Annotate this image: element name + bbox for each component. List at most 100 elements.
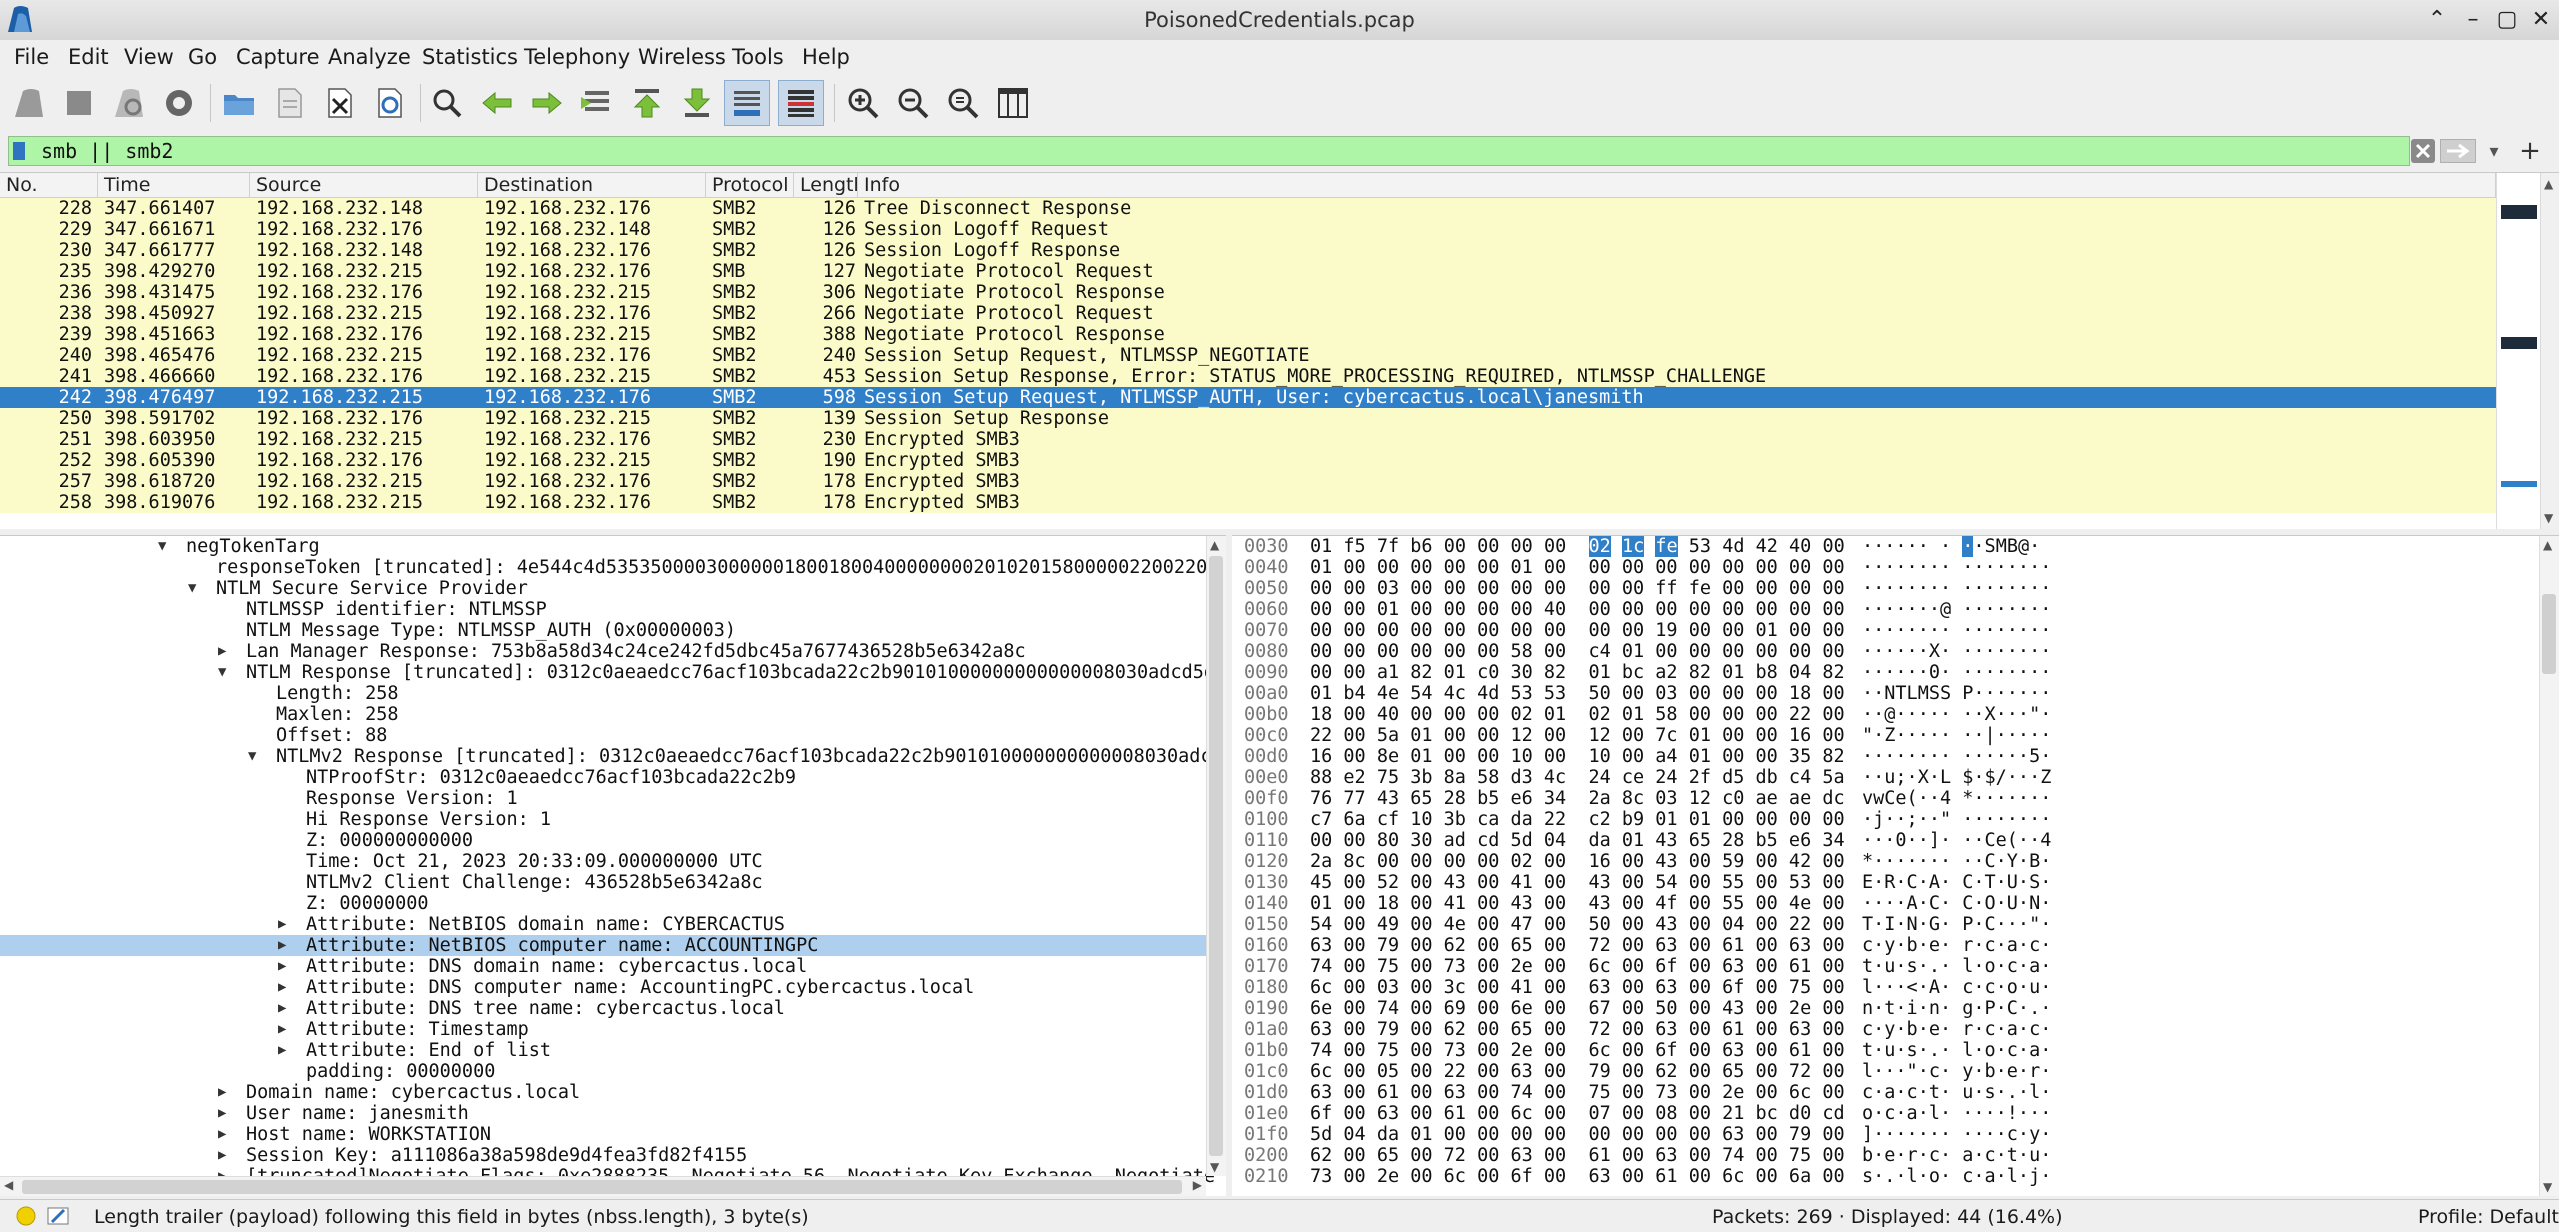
tree-item[interactable]: ▶ Attribute: Timestamp (0, 1019, 1206, 1040)
menu-file[interactable]: File (8, 41, 55, 73)
tree-item[interactable]: NTLM Message Type: NTLMSSP_AUTH (0x00000… (0, 620, 1206, 641)
menu-analyze[interactable]: Analyze (322, 41, 417, 73)
expand-arrow-icon[interactable]: ▶ (218, 641, 232, 662)
packet-row[interactable]: 242 398.476497 192.168.232.215 192.168.232.… (0, 387, 2496, 408)
tree-item[interactable]: Time: Oct 21, 2023 20:33:09.000000000 UT… (0, 851, 1206, 872)
chevron-down-icon[interactable]: ▾ (2480, 138, 2508, 166)
open-file-icon[interactable] (216, 80, 262, 126)
zoom-out-icon[interactable] (890, 80, 936, 126)
expert-info-icon[interactable] (16, 1206, 36, 1226)
expand-arrow-icon[interactable]: ▶ (278, 914, 292, 935)
expand-arrow-icon[interactable]: ▶ (218, 1145, 232, 1166)
tree-item[interactable]: ▼ NTLM Response [truncated]: 0312c0aeaedc… (0, 662, 1226, 683)
apply-filter-button[interactable] (2440, 139, 2476, 163)
packet-row[interactable]: 228 347.661407 192.168.232.148 192.168.232.… (0, 198, 2496, 219)
tree-item[interactable]: Maxlen: 258 (0, 704, 1206, 725)
bytes-scrollbar[interactable]: ▲ ▼ (2539, 536, 2559, 1196)
start-capture-icon[interactable] (6, 80, 52, 126)
colorize-list-icon[interactable] (778, 80, 824, 126)
bookmark-icon[interactable] (13, 142, 25, 160)
menu-view[interactable]: View (118, 41, 180, 73)
expand-arrow-icon[interactable]: ▶ (218, 1082, 232, 1103)
menu-tools[interactable]: Tools (726, 41, 790, 73)
details-vertical-scrollbar[interactable]: ▲ ▼ (1206, 536, 1226, 1176)
normal-size-icon[interactable] (940, 80, 986, 126)
menu-edit[interactable]: Edit (62, 41, 115, 73)
tree-item[interactable]: ▶ Attribute: NetBIOS domain name: CYBERCA… (0, 914, 1206, 935)
packet-row[interactable]: 258 398.619076 192.168.232.215 192.168.232.… (0, 492, 2496, 513)
tree-item[interactable]: ▶ Attribute: End of list (0, 1040, 1206, 1061)
tree-item[interactable]: Z: 000000000000 (0, 830, 1206, 851)
expand-arrow-icon[interactable]: ▶ (218, 1124, 232, 1145)
tree-item[interactable]: Hi Response Version: 1 (0, 809, 1206, 830)
tree-item[interactable]: ▼ negTokenTarg (0, 536, 1206, 557)
tree-item[interactable]: ▶ User name: janesmith (0, 1103, 1206, 1124)
column-source[interactable]: Source (250, 173, 478, 197)
packet-minimap[interactable] (2496, 173, 2541, 529)
tree-item[interactable]: Response Version: 1 (0, 788, 1206, 809)
expand-arrow-icon[interactable]: ▶ (278, 998, 292, 1019)
auto-scroll-icon[interactable] (724, 80, 770, 126)
restart-capture-icon[interactable] (106, 80, 152, 126)
go-back-icon[interactable] (474, 80, 520, 126)
first-packet-icon[interactable] (624, 80, 670, 126)
packet-row[interactable]: 251 398.603950 192.168.232.215 192.168.232.… (0, 429, 2496, 450)
menu-go[interactable]: Go (182, 41, 223, 73)
details-horizontal-scrollbar[interactable]: ◀ ▶ (0, 1176, 1206, 1196)
tree-item[interactable]: NTLMv2 Client Challenge: 436528b5e6342a8… (0, 872, 1206, 893)
stop-capture-icon[interactable] (56, 80, 102, 126)
packet-row[interactable]: 241 398.466660 192.168.232.176 192.168.232.… (0, 366, 2496, 387)
column-destination[interactable]: Destination (478, 173, 706, 197)
last-packet-icon[interactable] (674, 80, 720, 126)
packet-row[interactable]: 229 347.661671 192.168.232.176 192.168.232.… (0, 219, 2496, 240)
menu-telephony[interactable]: Telephony (518, 41, 636, 73)
tree-item[interactable]: ▶ Attribute: DNS computer name: Accountin… (0, 977, 1206, 998)
packet-row[interactable]: 252 398.605390 192.168.232.176 192.168.232.… (0, 450, 2496, 471)
tree-item[interactable]: ▶ Attribute: NetBIOS computer name: ACCOU… (0, 935, 1206, 956)
expand-arrow-icon[interactable]: ▶ (218, 1103, 232, 1124)
tree-item[interactable]: ▶ Domain name: cybercactus.local (0, 1082, 1206, 1103)
menu-help[interactable]: Help (796, 41, 856, 73)
zoom-in-icon[interactable] (840, 80, 886, 126)
expand-arrow-icon[interactable]: ▶ (278, 977, 292, 998)
tree-item[interactable]: NTProofStr: 0312c0aeaedcc76acf103bcada22… (0, 767, 1206, 788)
tree-item[interactable]: ▶ Attribute: DNS domain name: cybercactus… (0, 956, 1206, 977)
go-to-packet-icon[interactable] (574, 80, 620, 126)
tree-item[interactable]: ▼ NTLMv2 Response [truncated]: 0312c0aeae… (0, 746, 1226, 767)
packet-row[interactable]: 250 398.591702 192.168.232.176 192.168.232.… (0, 408, 2496, 429)
packet-row[interactable]: 257 398.618720 192.168.232.215 192.168.232.… (0, 471, 2496, 492)
collapse-arrow-icon[interactable]: ▼ (188, 578, 202, 599)
clear-filter-icon[interactable] (2410, 138, 2436, 164)
tree-item[interactable]: ▶ Attribute: DNS tree name: cybercactus.l… (0, 998, 1206, 1019)
expand-arrow-icon[interactable]: ▶ (278, 1040, 292, 1061)
packet-row[interactable]: 235 398.429270 192.168.232.215 192.168.232.… (0, 261, 2496, 282)
column-protocol[interactable]: Protocol (706, 173, 794, 197)
go-forward-icon[interactable] (524, 80, 570, 126)
tree-item[interactable]: ▶ Lan Manager Response: 753b8a58d34c24ce2… (0, 641, 1206, 662)
column-length[interactable]: Length (794, 173, 858, 197)
resize-columns-icon[interactable] (990, 80, 1036, 126)
tree-item[interactable]: NTLMSSP identifier: NTLMSSP (0, 599, 1206, 620)
collapse-arrow-icon[interactable]: ▼ (248, 746, 262, 767)
expand-arrow-icon[interactable]: ▶ (278, 935, 292, 956)
collapse-arrow-icon[interactable]: ▼ (218, 662, 232, 683)
tree-item[interactable]: padding: 00000000 (0, 1061, 1206, 1082)
menu-statistics[interactable]: Statistics (416, 41, 524, 73)
packet-row[interactable]: 238 398.450927 192.168.232.215 192.168.232.… (0, 303, 2496, 324)
column-info[interactable]: Info (858, 173, 2496, 197)
close-window-icon[interactable]: ✕ (2526, 6, 2556, 34)
minimize-window-icon[interactable]: – (2458, 6, 2488, 34)
column-time[interactable]: Time (98, 173, 250, 197)
expand-arrow-icon[interactable]: ▶ (278, 1019, 292, 1040)
menu-capture[interactable]: Capture (230, 41, 326, 73)
tree-item[interactable]: ▶ Session Key: a111086a38a598de9d4fea3fd8… (0, 1145, 1206, 1166)
maximize-window-icon[interactable]: ▢ (2492, 6, 2522, 34)
tree-item[interactable]: ▼ NTLM Secure Service Provider (0, 578, 1206, 599)
menu-wireless[interactable]: Wireless (632, 41, 732, 73)
expand-arrow-icon[interactable]: ▶ (278, 956, 292, 977)
packet-row[interactable]: 236 398.431475 192.168.232.176 192.168.232.… (0, 282, 2496, 303)
save-file-icon[interactable] (266, 80, 312, 126)
tree-item[interactable]: ▶ Host name: WORKSTATION (0, 1124, 1206, 1145)
packet-row[interactable]: 240 398.465476 192.168.232.215 192.168.232.… (0, 345, 2496, 366)
tree-item[interactable]: Z: 00000000 (0, 893, 1206, 914)
